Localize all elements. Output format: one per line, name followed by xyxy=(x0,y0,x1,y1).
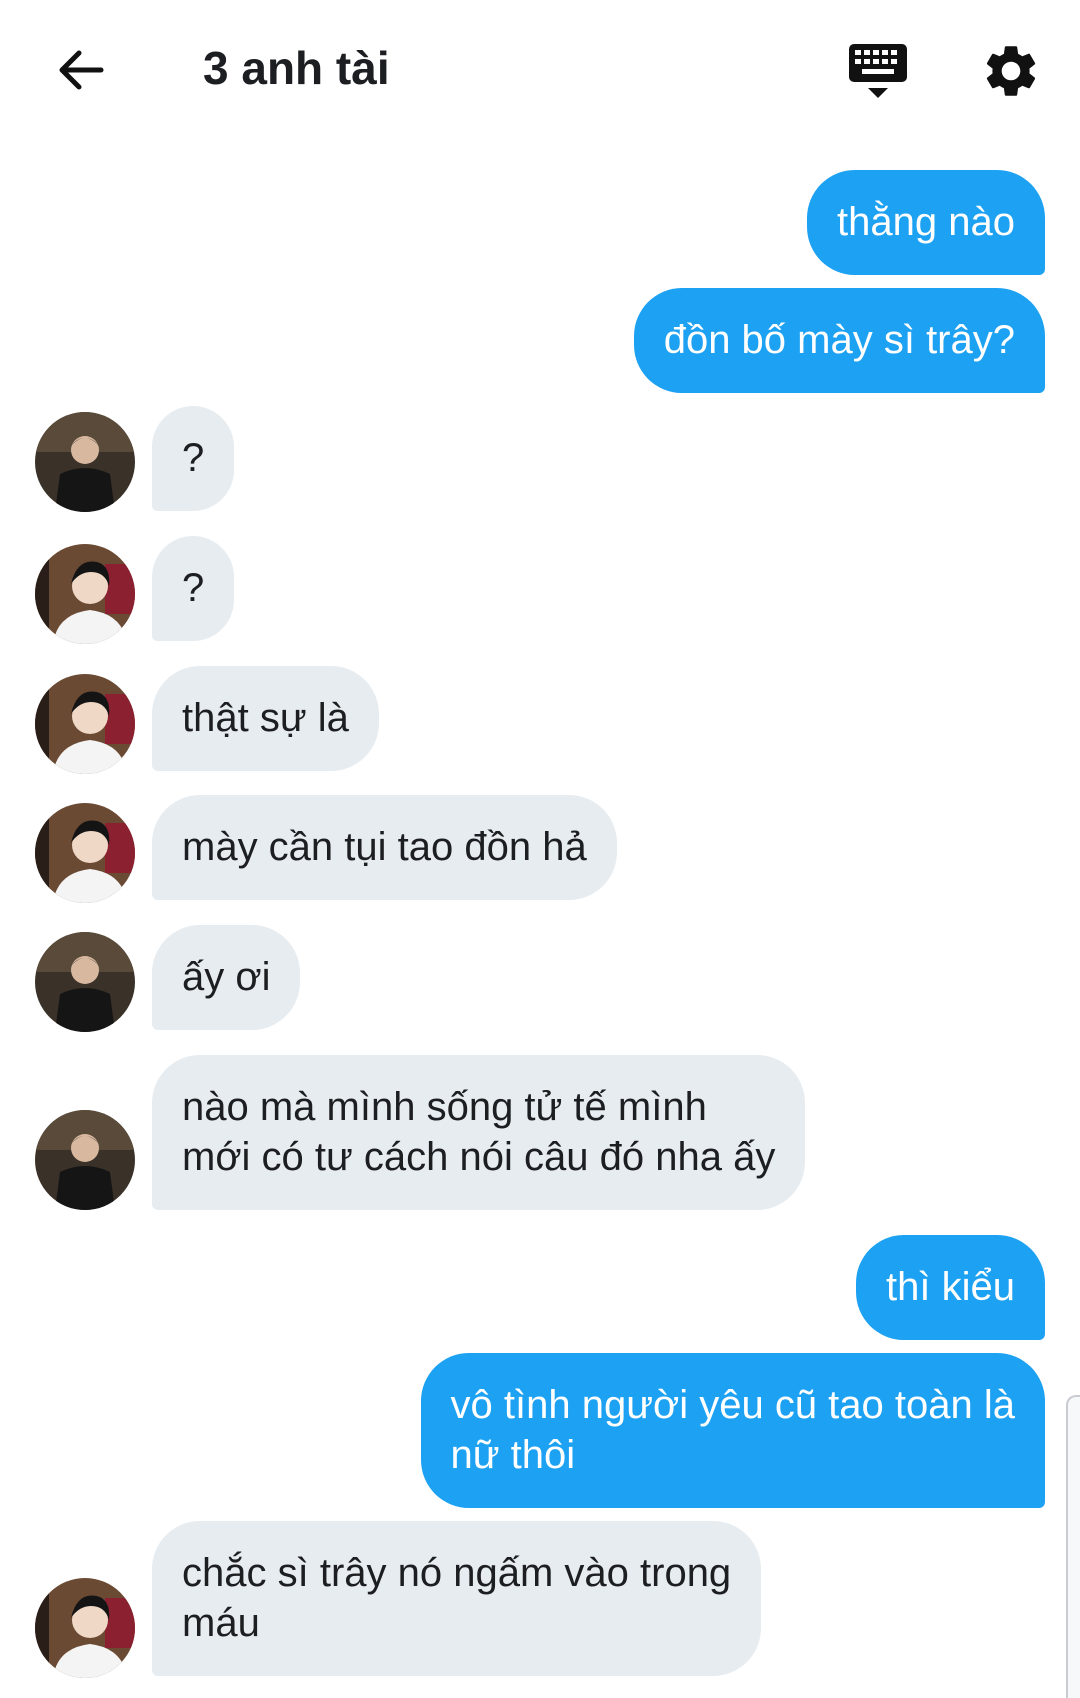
message-bubble-sent[interactable]: thằng nào xyxy=(807,170,1045,275)
dark-jacket-avatar[interactable] xyxy=(35,932,135,1032)
white-shirt-avatar[interactable] xyxy=(35,674,135,774)
message-bubble-received[interactable]: ? xyxy=(152,536,235,641)
message-bubble-received[interactable]: ? xyxy=(152,406,235,511)
message-bubble-received[interactable]: chắc sì trây nó ngấm vào trong máu xyxy=(152,1521,762,1676)
settings-button[interactable] xyxy=(980,40,1042,102)
white-shirt-avatar[interactable] xyxy=(35,803,135,903)
back-arrow-icon xyxy=(59,50,104,90)
chat-header: 3 anh tài xyxy=(0,0,1080,140)
message-bubble-sent[interactable]: vô tình người yêu cũ tao toàn là nữ thôi xyxy=(420,1353,1045,1508)
message-bubble-received[interactable]: nào mà mình sống tử tế mình mới có tư cá… xyxy=(152,1055,806,1210)
dark-jacket-avatar[interactable] xyxy=(35,412,135,512)
back-button[interactable] xyxy=(50,40,110,100)
conversation-title: 3 anh tài xyxy=(203,42,390,94)
white-shirt-avatar[interactable] xyxy=(35,1578,135,1678)
message-bubble-received[interactable]: thật sự là xyxy=(152,666,379,771)
message-bubble-received[interactable]: mày cần tụi tao đồn hả xyxy=(152,795,617,900)
dark-jacket-avatar[interactable] xyxy=(35,1110,135,1210)
scrollbar[interactable] xyxy=(1066,1395,1080,1698)
white-shirt-avatar[interactable] xyxy=(35,544,135,644)
gear-icon xyxy=(986,46,1036,96)
keyboard-icon xyxy=(849,44,907,98)
keyboard-button[interactable] xyxy=(845,40,911,106)
message-bubble-sent[interactable]: thì kiểu xyxy=(856,1235,1045,1340)
message-bubble-sent[interactable]: đồn bố mày sì trây? xyxy=(633,288,1045,393)
message-bubble-received[interactable]: ấy ơi xyxy=(152,925,301,1030)
